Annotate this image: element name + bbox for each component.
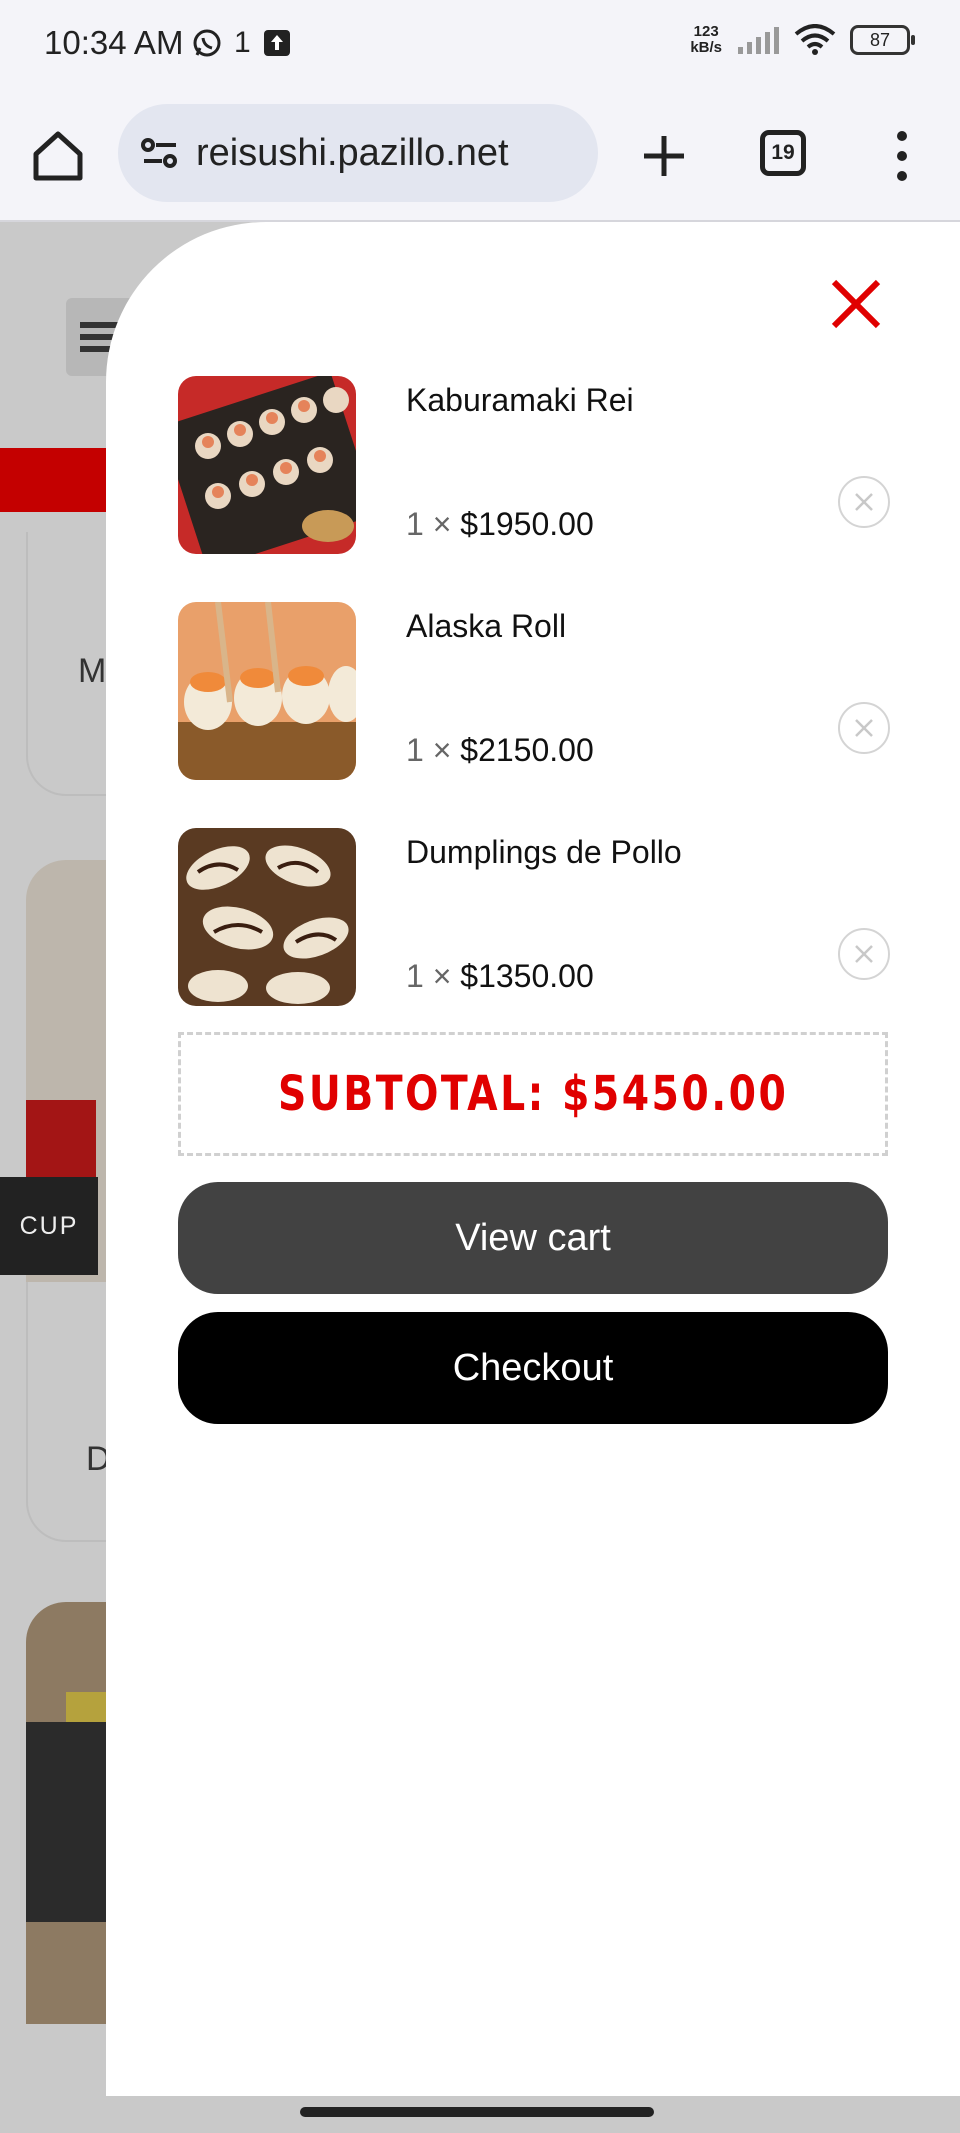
battery-level: 87 — [869, 29, 891, 50]
item-price: $1350.00 — [460, 958, 594, 994]
item-name[interactable]: Kaburamaki Rei — [406, 382, 634, 419]
address-bar[interactable]: reisushi.pazillo.net — [118, 104, 598, 202]
wifi-icon — [794, 24, 836, 55]
whatsapp-icon — [193, 29, 221, 57]
new-tab-icon[interactable] — [634, 126, 694, 186]
status-bar: 10:34 AM 1 123 kB/s 87 — [0, 0, 960, 90]
site-settings-icon[interactable] — [138, 131, 182, 175]
remove-item-button[interactable] — [838, 702, 890, 754]
url-text: reisushi.pazillo.net — [196, 131, 509, 174]
view-cart-button[interactable]: View cart — [178, 1182, 888, 1294]
close-icon[interactable] — [826, 274, 886, 334]
item-name[interactable]: Alaska Roll — [406, 608, 566, 645]
item-quantity: 1 — [406, 732, 424, 768]
status-left-icons: 1 — [192, 26, 291, 60]
status-extra-number: 1 — [234, 26, 251, 59]
signal-icon — [738, 27, 779, 54]
cart-subtotal: SUBTOTAL: $5450.00 — [178, 1032, 888, 1156]
mini-cart-drawer: Kaburamaki Rei 1 × $1950.00 Alaska Roll … — [106, 222, 960, 2096]
background-card-title: M — [78, 652, 107, 690]
remove-item-button[interactable] — [838, 928, 890, 980]
checkout-button[interactable]: Checkout — [178, 1312, 888, 1424]
roll-photo-icon[interactable] — [178, 602, 356, 780]
status-time: 10:34 AM — [44, 24, 184, 61]
times-sign: × — [432, 732, 452, 768]
tab-switcher-button[interactable]: 19 — [760, 130, 806, 176]
cart-item: Dumplings de Pollo 1 × $1350.00 — [178, 828, 890, 1008]
cart-item: Alaska Roll 1 × $2150.00 — [178, 602, 890, 782]
dumplings-photo-icon[interactable] — [178, 828, 356, 1006]
close-icon — [855, 945, 873, 963]
cup-badge: CUP — [0, 1177, 98, 1275]
sushi-photo-icon[interactable] — [178, 376, 356, 554]
item-price: $2150.00 — [460, 732, 594, 768]
network-speed-unit: kB/s — [690, 39, 722, 56]
item-name[interactable]: Dumplings de Pollo — [406, 834, 682, 871]
times-sign: × — [432, 506, 452, 542]
more-menu-icon[interactable] — [884, 126, 920, 186]
item-quantity-price: 1 × $1950.00 — [406, 506, 594, 543]
close-icon — [855, 719, 873, 737]
upload-icon — [263, 30, 290, 56]
network-speed: 123 kB/s — [690, 24, 722, 56]
status-right-icons: 123 kB/s 87 — [690, 24, 915, 56]
close-icon — [855, 493, 873, 511]
remove-item-button[interactable] — [838, 476, 890, 528]
background-product-image — [26, 1602, 126, 2024]
home-indicator[interactable] — [300, 2107, 654, 2117]
item-quantity-price: 1 × $2150.00 — [406, 732, 594, 769]
home-icon[interactable] — [30, 128, 86, 184]
cart-item: Kaburamaki Rei 1 × $1950.00 — [178, 376, 890, 556]
times-sign: × — [432, 958, 452, 994]
item-quantity: 1 — [406, 506, 424, 542]
item-quantity: 1 — [406, 958, 424, 994]
subtotal-label: SUBTOTAL: $5450.00 — [277, 1066, 789, 1122]
network-speed-value: 123 — [693, 23, 719, 40]
item-price: $1950.00 — [460, 506, 594, 542]
item-quantity-price: 1 × $1350.00 — [406, 958, 594, 995]
battery-icon: 87 — [850, 25, 915, 55]
browser-toolbar: reisushi.pazillo.net 19 — [0, 90, 960, 222]
